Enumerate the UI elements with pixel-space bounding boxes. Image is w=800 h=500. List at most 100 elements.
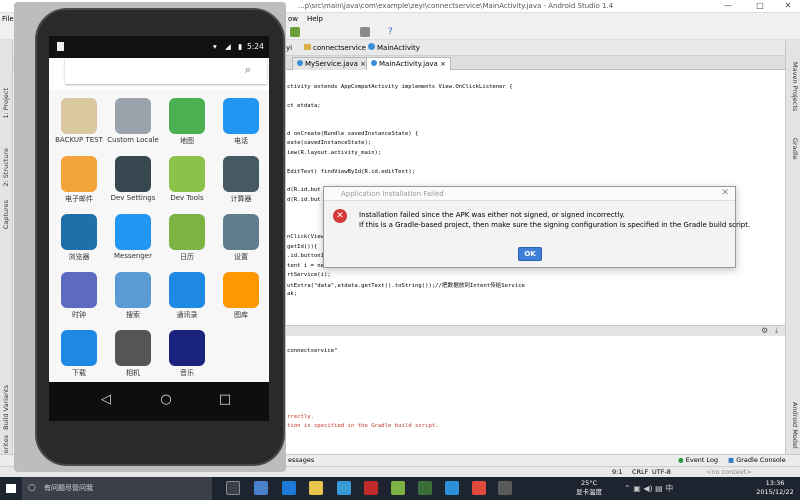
minimize-button[interactable]: — — [716, 0, 740, 13]
encoding[interactable]: UTF-8 — [652, 467, 671, 477]
start-button[interactable] — [0, 477, 22, 500]
ok-button[interactable]: OK — [518, 247, 542, 261]
recents-icon[interactable]: □ — [215, 392, 235, 407]
cursor-position[interactable]: 9:1 — [612, 467, 622, 477]
taskbar-search[interactable]: ○ 有问题尽管问我 — [22, 477, 212, 500]
tab-label: Event Log — [685, 456, 719, 464]
clock-icon — [61, 272, 97, 308]
menu-window[interactable]: ow — [288, 13, 298, 25]
task-view-icon[interactable] — [226, 481, 240, 495]
battery-icon: ▮ — [238, 42, 243, 51]
line-separator[interactable]: CRLF — [632, 467, 648, 477]
folder-icon[interactable] — [309, 481, 323, 495]
app-label: 时钟 — [72, 311, 86, 319]
tab-label: MyService.java — [305, 60, 358, 68]
menu-help[interactable]: Help — [307, 13, 323, 25]
gear-icon[interactable]: ⚙ — [761, 326, 768, 335]
breadcrumb-item[interactable]: yi — [286, 42, 292, 54]
tray-icons[interactable]: ⌃ ▣ ◀) ▤ 中 — [624, 483, 673, 494]
code-line: nClick(View — [287, 234, 325, 241]
app-label: 浏览器 — [68, 253, 90, 261]
signal-icon: ◢ — [225, 42, 231, 51]
search-bar[interactable]: ⌕ — [65, 58, 267, 84]
search-icon[interactable]: ⌕ — [245, 63, 251, 77]
tab-myservice[interactable]: MyService.java × — [292, 57, 372, 70]
sd-card-icon — [57, 42, 64, 51]
app-label: Dev Tools — [170, 194, 204, 202]
app-dev-tools[interactable]: Dev Tools — [159, 156, 215, 202]
message-line: tion is specified in the Gradle build sc… — [287, 423, 439, 430]
tab-label: Gradle Console — [736, 456, 786, 464]
breadcrumb-connectservice[interactable]: connectservice — [304, 42, 366, 54]
gallery-icon — [223, 272, 259, 308]
android-studio-icon[interactable] — [391, 481, 405, 495]
app-camera[interactable]: 相机 — [105, 330, 161, 378]
taskbar-clock[interactable]: 13:36 2015/12/22 — [752, 479, 798, 497]
app-contacts[interactable]: 通讯录 — [159, 272, 215, 320]
app-settings[interactable]: 设置 — [213, 214, 269, 262]
app-music[interactable]: 音乐 — [159, 330, 215, 378]
back-icon[interactable]: ◁ — [96, 392, 116, 407]
app-label: 通讯录 — [176, 311, 198, 319]
tool-build-variants[interactable]: Build Variants — [2, 385, 10, 430]
qq-icon[interactable] — [445, 481, 459, 495]
dialog-message-line1: Installation failed since the APK was ei… — [359, 211, 625, 219]
app-download[interactable]: 下载 — [51, 330, 107, 378]
android-device-monitor-icon[interactable] — [418, 481, 432, 495]
app-label: 日历 — [180, 253, 194, 261]
tool-gradle[interactable]: Gradle — [791, 138, 799, 160]
chrome-icon[interactable] — [472, 481, 486, 495]
windows-icon — [6, 484, 16, 493]
tab-mainactivity[interactable]: MainActivity.java × — [366, 57, 451, 70]
code-line: .id.button1: — [287, 253, 328, 260]
app-browser[interactable]: 浏览器 — [51, 214, 107, 262]
calculator-icon — [223, 156, 259, 192]
app-label: 搜索 — [126, 311, 140, 319]
tool-project[interactable]: 1: Project — [2, 88, 10, 119]
app-calendar[interactable]: 日历 — [159, 214, 215, 262]
search-app-icon — [115, 272, 151, 308]
contacts-icon — [169, 272, 205, 308]
tab-messages[interactable]: essages — [288, 455, 314, 466]
app-calculator[interactable]: 计算器 — [213, 156, 269, 204]
app-gallery[interactable]: 图库 — [213, 272, 269, 320]
maximize-button[interactable]: □ — [748, 0, 772, 13]
help-icon[interactable]: ? — [388, 27, 398, 37]
gpu-temperature: 25°C 显卡温度 — [575, 479, 603, 497]
tool-android-model[interactable]: Android Model — [791, 402, 799, 449]
cortana-icon: ○ — [28, 483, 36, 493]
run-icon[interactable] — [290, 27, 300, 37]
tool-captures[interactable]: Captures — [2, 200, 10, 229]
menu-file[interactable]: File — [2, 13, 14, 25]
tab-gradle-console[interactable]: ■ Gradle Console — [728, 455, 786, 466]
app-maps[interactable]: 地图 — [159, 98, 215, 146]
tool-structure[interactable]: 2: Structure — [2, 148, 10, 187]
tab-event-log[interactable]: ● Event Log — [678, 455, 718, 466]
edge-icon[interactable] — [282, 481, 296, 495]
emulator-taskbar-icon[interactable] — [498, 481, 512, 495]
app-messenger[interactable]: Messenger — [105, 214, 161, 260]
tool-maven-projects[interactable]: Maven Projects — [791, 62, 799, 111]
sdk-manager-icon[interactable] — [360, 27, 370, 37]
hide-panel-icon[interactable]: ⤓ — [775, 326, 778, 335]
app-sheep[interactable]: BACKUP TEST — [51, 98, 107, 144]
dev-settings-icon — [115, 156, 151, 192]
app-red-icon[interactable] — [364, 481, 378, 495]
app-gears[interactable]: Custom Locale — [105, 98, 161, 144]
breadcrumb-mainactivity[interactable]: MainActivity — [368, 42, 420, 54]
app-search-app[interactable]: 搜索 — [105, 272, 161, 320]
file-explorer-icon[interactable] — [254, 481, 268, 495]
app-dev-settings[interactable]: Dev Settings — [105, 156, 161, 202]
dialog-close-icon[interactable]: ✕ — [721, 187, 729, 200]
app-clock[interactable]: 时钟 — [51, 272, 107, 320]
app-label: 下载 — [72, 369, 86, 377]
taskbar-search-placeholder: 有问题尽管问我 — [44, 484, 93, 492]
home-icon[interactable]: ○ — [156, 392, 176, 407]
app-phone[interactable]: 电话 — [213, 98, 269, 146]
close-window-button[interactable]: ✕ — [776, 0, 800, 13]
phone-screen: ▾ ◢ ▮ 5:24 ⌕ BACKUP TEST Custom Locale 地图电… — [49, 36, 269, 421]
app-label: 电话 — [234, 137, 248, 145]
store-icon[interactable] — [337, 481, 351, 495]
code-line: ct etdata; — [287, 102, 321, 109]
app-email[interactable]: 电子邮件 — [51, 156, 107, 204]
